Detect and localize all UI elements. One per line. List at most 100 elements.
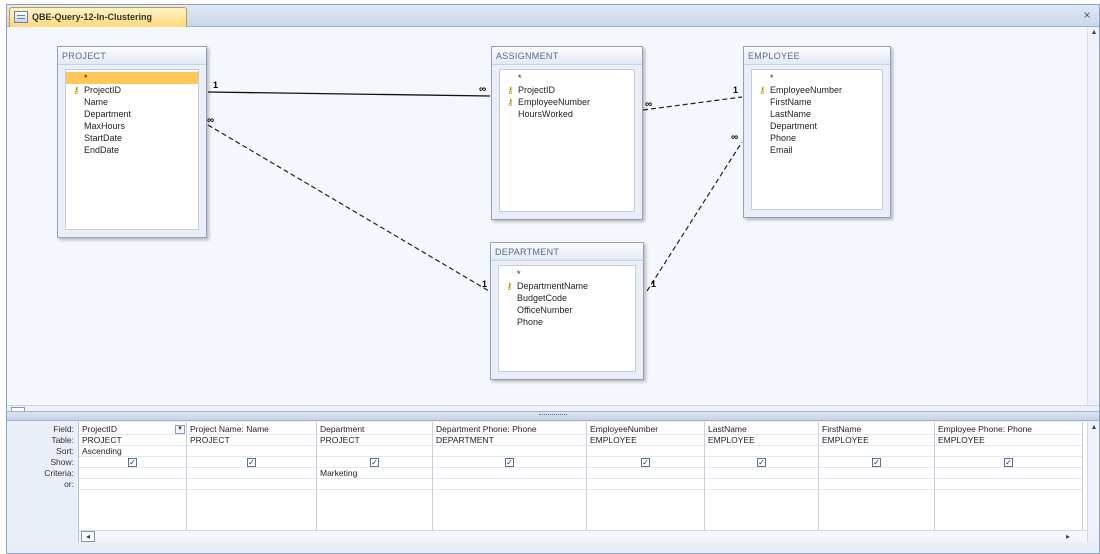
grid-cell-field[interactable]: LastName	[705, 424, 818, 435]
grid-column[interactable]: ProjectID ▼ PROJECT Ascending ✓	[79, 422, 187, 530]
field-item[interactable]: LastName	[752, 108, 882, 120]
grid-column[interactable]: Project Name: Name PROJECT ✓	[187, 422, 317, 530]
grid-cell-field[interactable]: Department Phone: Phone	[433, 424, 586, 435]
grid-cell-table[interactable]: EMPLOYEE	[935, 435, 1082, 446]
scroll-up-icon[interactable]: ▲	[1089, 29, 1099, 36]
show-checkbox[interactable]: ✓	[872, 458, 881, 467]
show-checkbox[interactable]: ✓	[370, 458, 379, 467]
pane-splitter[interactable]	[7, 411, 1099, 421]
grid-cell-criteria[interactable]	[433, 468, 586, 479]
splitter-grip[interactable]	[539, 414, 567, 418]
table-department[interactable]: DEPARTMENT * ⚷ DepartmentName BudgetCode Off…	[490, 242, 644, 380]
field-item[interactable]: ⚷ EmployeeNumber	[500, 96, 634, 108]
grid-cell-table[interactable]: EMPLOYEE	[587, 435, 704, 446]
field-item[interactable]: FirstName	[752, 96, 882, 108]
grid-cell-table[interactable]: EMPLOYEE	[705, 435, 818, 446]
field-item[interactable]: MaxHours	[66, 120, 198, 132]
table-title[interactable]: EMPLOYEE	[744, 47, 890, 65]
show-checkbox[interactable]: ✓	[1004, 458, 1013, 467]
field-list[interactable]: * ⚷ ProjectID ⚷ EmployeeNumber HoursWorked	[499, 69, 635, 212]
grid-cell-or[interactable]	[935, 479, 1082, 490]
field-item[interactable]: Phone	[752, 132, 882, 144]
table-assignment[interactable]: ASSIGNMENT * ⚷ ProjectID ⚷ EmployeeNumber Hou…	[491, 46, 643, 220]
grid-column[interactable]: LastName EMPLOYEE ✓	[705, 422, 819, 530]
grid-cell-sort[interactable]	[705, 446, 818, 457]
field-item[interactable]: OfficeNumber	[499, 304, 635, 316]
grid-column[interactable]: Department Phone: Phone DEPARTMENT ✓	[433, 422, 587, 530]
grid-cell-field[interactable]: Department	[317, 424, 432, 435]
grid-cell-table[interactable]: DEPARTMENT	[433, 435, 586, 446]
field-item[interactable]: EndDate	[66, 144, 198, 156]
grid-cell-criteria[interactable]	[187, 468, 316, 479]
grid-vertical-scrollbar[interactable]: ▲	[1087, 422, 1099, 542]
field-item[interactable]: *	[66, 72, 198, 84]
table-employee[interactable]: EMPLOYEE * ⚷ EmployeeNumber FirstName LastNa…	[743, 46, 891, 218]
grid-cell-sort[interactable]	[187, 446, 316, 457]
close-icon[interactable]: ×	[1079, 6, 1095, 24]
grid-cell-or[interactable]	[187, 479, 316, 490]
grid-cell-criteria[interactable]	[79, 468, 186, 479]
grid-cell-table[interactable]: EMPLOYEE	[819, 435, 934, 446]
field-item[interactable]: BudgetCode	[499, 292, 635, 304]
show-checkbox[interactable]: ✓	[128, 458, 137, 467]
field-item[interactable]: Name	[66, 96, 198, 108]
field-item[interactable]: HoursWorked	[500, 108, 634, 120]
grid-cell-field[interactable]: Employee Phone: Phone	[935, 424, 1082, 435]
grid-cell-criteria[interactable]	[705, 468, 818, 479]
field-list[interactable]: * ⚷ DepartmentName BudgetCode OfficeNumber Ph…	[498, 265, 636, 372]
grid-column[interactable]: Department PROJECT ✓ Marketing	[317, 422, 433, 530]
grid-cell-field[interactable]: Project Name: Name	[187, 424, 316, 435]
grid-cell-criteria[interactable]: Marketing	[317, 468, 432, 479]
grid-cell-sort[interactable]	[433, 446, 586, 457]
grid-cell-sort[interactable]	[587, 446, 704, 457]
grid-cell-table[interactable]: PROJECT	[187, 435, 316, 446]
field-list[interactable]: * ⚷ EmployeeNumber FirstName LastName Departm…	[751, 69, 883, 210]
field-item[interactable]: ⚷ ProjectID	[66, 84, 198, 96]
field-item[interactable]: *	[500, 72, 634, 84]
show-checkbox[interactable]: ✓	[641, 458, 650, 467]
grid-cell-field[interactable]: EmployeeNumber	[587, 424, 704, 435]
show-checkbox[interactable]: ✓	[757, 458, 766, 467]
scroll-up-icon[interactable]: ▲	[1089, 424, 1099, 431]
grid-cell-sort[interactable]: Ascending	[79, 446, 186, 457]
field-item[interactable]: *	[499, 268, 635, 280]
grid-column[interactable]: FirstName EMPLOYEE ✓	[819, 422, 935, 530]
show-checkbox[interactable]: ✓	[505, 458, 514, 467]
grid-cell-criteria[interactable]	[587, 468, 704, 479]
grid-cell-table[interactable]: PROJECT	[79, 435, 186, 446]
grid-cell-or[interactable]	[587, 479, 704, 490]
query-design-grid[interactable]: Field: Table: Sort: Show: Criteria: or: Proje…	[7, 422, 1099, 542]
grid-cell-table[interactable]: PROJECT	[317, 435, 432, 446]
grid-horizontal-scrollbar[interactable]: ◂ ▸	[79, 530, 1087, 542]
scroll-right-icon[interactable]: ▸	[1063, 531, 1073, 543]
grid-cell-or[interactable]	[819, 479, 934, 490]
field-item[interactable]: Department	[66, 108, 198, 120]
grid-cell-criteria[interactable]	[935, 468, 1082, 479]
grid-columns[interactable]: ProjectID ▼ PROJECT Ascending ✓ Project Name:…	[79, 422, 1085, 530]
table-title[interactable]: ASSIGNMENT	[492, 47, 642, 65]
grid-column[interactable]: EmployeeNumber EMPLOYEE ✓	[587, 422, 705, 530]
grid-cell-sort[interactable]	[935, 446, 1082, 457]
field-item[interactable]: *	[752, 72, 882, 84]
tab-query[interactable]: QBE-Query-12-In-Clustering	[9, 7, 187, 27]
field-item[interactable]: Phone	[499, 316, 635, 328]
grid-cell-sort[interactable]	[819, 446, 934, 457]
field-item[interactable]: StartDate	[66, 132, 198, 144]
field-item[interactable]: Email	[752, 144, 882, 156]
chevron-down-icon[interactable]: ▼	[175, 425, 185, 434]
table-project[interactable]: PROJECT * ⚷ ProjectID Name Department MaxHour…	[57, 46, 207, 238]
show-checkbox[interactable]: ✓	[247, 458, 256, 467]
field-item[interactable]: Department	[752, 120, 882, 132]
field-list[interactable]: * ⚷ ProjectID Name Department MaxHours StartDa…	[65, 69, 199, 230]
grid-cell-or[interactable]	[705, 479, 818, 490]
grid-cell-or[interactable]	[79, 479, 186, 490]
field-item[interactable]: ⚷ ProjectID	[500, 84, 634, 96]
grid-cell-field[interactable]: ProjectID ▼	[79, 424, 186, 435]
scroll-left-icon[interactable]: ◂	[81, 531, 95, 542]
design-vertical-scrollbar[interactable]: ▲	[1087, 27, 1099, 405]
field-item[interactable]: ⚷ DepartmentName	[499, 280, 635, 292]
grid-cell-or[interactable]	[433, 479, 586, 490]
grid-column[interactable]: Employee Phone: Phone EMPLOYEE ✓	[935, 422, 1083, 530]
grid-cell-criteria[interactable]	[819, 468, 934, 479]
field-item[interactable]: ⚷ EmployeeNumber	[752, 84, 882, 96]
